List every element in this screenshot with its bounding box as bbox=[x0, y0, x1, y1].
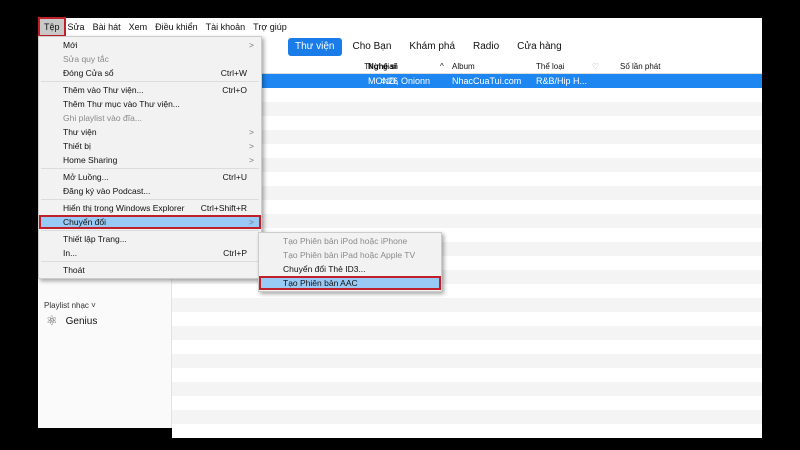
menu-item[interactable]: Chuyển đổi > bbox=[39, 215, 261, 229]
chevron-right-icon: > bbox=[249, 155, 254, 165]
table-row-empty bbox=[172, 410, 762, 424]
convert-submenu: Tạo Phiên bản iPod hoặc iPhone Tạo Phiên … bbox=[258, 232, 442, 292]
genius-label: Genius bbox=[65, 315, 98, 327]
menu-item[interactable]: Mới > bbox=[39, 38, 261, 52]
shortcut-label: Ctrl+Shift+R bbox=[200, 203, 247, 213]
sidebar-item-genius[interactable]: ⚛ Genius bbox=[46, 313, 97, 329]
menu-0[interactable]: Tệp bbox=[38, 17, 66, 37]
heart-icon[interactable]: ♡ bbox=[592, 60, 599, 74]
menu-item[interactable]: Thiết bị > bbox=[39, 139, 261, 153]
menu-item[interactable]: Mở Luồng... Ctrl+U bbox=[39, 170, 261, 184]
sort-icon[interactable]: ^ bbox=[440, 60, 444, 74]
table-row-empty bbox=[172, 396, 762, 410]
menu-item[interactable]: Đóng Cửa sổ Ctrl+W bbox=[39, 66, 261, 80]
col-album[interactable]: Album bbox=[452, 60, 475, 74]
menu-item-label: In... bbox=[63, 248, 78, 258]
col-genre[interactable]: Thể loại bbox=[536, 60, 564, 74]
menu-item[interactable]: Tạo Phiên bản iPod hoặc iPhone bbox=[259, 234, 441, 248]
table-row-empty bbox=[172, 326, 762, 340]
menu-separator bbox=[41, 199, 259, 200]
menu-6[interactable]: Trợ giúp bbox=[249, 19, 291, 35]
table-row-empty bbox=[172, 340, 762, 354]
playlist-section-label[interactable]: Playlist nhạc ˅ bbox=[44, 301, 96, 310]
menu-item[interactable]: Hiển thị trong Windows Explorer Ctrl+Shif… bbox=[39, 201, 261, 215]
menu-separator bbox=[41, 261, 259, 262]
menu-item-label: Chuyển đổi Thẻ ID3... bbox=[283, 264, 366, 274]
menu-item-label: Tạo Phiên bản iPod hoặc iPhone bbox=[283, 236, 408, 246]
menu-2[interactable]: Bài hát bbox=[89, 19, 125, 35]
table-row-empty bbox=[172, 368, 762, 382]
table-row-empty bbox=[172, 312, 762, 326]
menu-5[interactable]: Tài khoản bbox=[202, 19, 250, 35]
menu-item-label: Mở Luồng... bbox=[63, 172, 109, 182]
menu-item[interactable]: Thiết lập Trang... bbox=[39, 232, 261, 246]
menu-4[interactable]: Điều khiển bbox=[151, 19, 202, 35]
chevron-right-icon: > bbox=[249, 127, 254, 137]
menu-item[interactable]: Tạo Phiên bản AAC bbox=[259, 276, 441, 290]
menu-item-label: Thêm Thư mục vào Thư viện... bbox=[63, 99, 180, 109]
tab-4[interactable]: Cửa hàng bbox=[510, 38, 569, 56]
chevron-right-icon: > bbox=[249, 217, 254, 227]
menu-separator bbox=[41, 168, 259, 169]
menu-1[interactable]: Sửa bbox=[64, 19, 89, 35]
menu-item[interactable]: Tạo Phiên bản iPad hoặc Apple TV bbox=[259, 248, 441, 262]
menu-item-label: Thêm vào Thư viện... bbox=[63, 85, 144, 95]
tab-1[interactable]: Cho Bạn bbox=[346, 38, 399, 56]
table-row-empty bbox=[172, 354, 762, 368]
menu-item-label: Đóng Cửa sổ bbox=[63, 68, 114, 78]
chevron-right-icon: > bbox=[249, 40, 254, 50]
shortcut-label: Ctrl+U bbox=[222, 172, 247, 182]
menu-item-label: Chuyển đổi bbox=[63, 217, 107, 227]
menu-item-label: Tạo Phiên bản iPad hoặc Apple TV bbox=[283, 250, 416, 260]
menu-item[interactable]: Thêm vào Thư viện... Ctrl+O bbox=[39, 83, 261, 97]
menu-separator bbox=[41, 81, 259, 82]
menu-item-label: Thoát bbox=[63, 265, 85, 275]
tab-3[interactable]: Radio bbox=[466, 38, 506, 56]
menu-item[interactable]: In... Ctrl+P bbox=[39, 246, 261, 260]
chevron-right-icon: > bbox=[249, 141, 254, 151]
shortcut-label: Ctrl+W bbox=[220, 68, 247, 78]
menu-item[interactable]: Sửa quy tắc bbox=[39, 52, 261, 66]
tab-0[interactable]: Thư viện bbox=[288, 38, 342, 56]
file-menu: Mới > Sửa quy tắc Đóng Cửa sổ Ctrl+W Thêm vào… bbox=[38, 36, 262, 279]
menu-item[interactable]: Home Sharing > bbox=[39, 153, 261, 167]
menu-item-label: Đăng ký vào Podcast... bbox=[63, 186, 151, 196]
shortcut-label: Ctrl+P bbox=[223, 248, 247, 258]
col-artist[interactable]: Nghệ sĩ bbox=[368, 60, 397, 74]
track-artist: MONO, Onionn bbox=[368, 76, 431, 86]
track-genre: R&B/Hip H... bbox=[536, 76, 588, 86]
menu-item[interactable]: Chuyển đổi Thẻ ID3... bbox=[259, 262, 441, 276]
menu-item[interactable]: Ghi playlist vào đĩa... bbox=[39, 111, 261, 125]
menu-item-label: Home Sharing bbox=[63, 155, 118, 165]
genius-icon: ⚛ bbox=[46, 313, 58, 328]
menu-bar: Tệp Sửa Bài hát Xem Điều khiển Tài khoản Trợ g… bbox=[38, 17, 762, 37]
menu-item[interactable]: Thư viện > bbox=[39, 125, 261, 139]
menu-3[interactable]: Xem bbox=[125, 19, 152, 35]
menu-item-label: Ghi playlist vào đĩa... bbox=[63, 113, 142, 123]
menu-item-label: Thư viện bbox=[63, 127, 97, 137]
tab-bar: Thư viện Cho Bạn Khám phá Radio Cửa hàng bbox=[288, 38, 569, 56]
table-row-empty bbox=[172, 424, 762, 438]
menu-item-label: Thiết bị bbox=[63, 141, 91, 151]
track-album: NhacCuaTui.com bbox=[452, 76, 522, 86]
menu-item-label: Sửa quy tắc bbox=[63, 54, 109, 64]
table-row-empty bbox=[172, 298, 762, 312]
menu-item-label: Tạo Phiên bản AAC bbox=[283, 278, 358, 288]
menu-item[interactable]: Đăng ký vào Podcast... bbox=[39, 184, 261, 198]
tab-2[interactable]: Khám phá bbox=[402, 38, 462, 56]
menu-item[interactable]: Thêm Thư mục vào Thư viện... bbox=[39, 97, 261, 111]
menu-item-label: Mới bbox=[63, 40, 78, 50]
menu-separator bbox=[41, 230, 259, 231]
menu-item-label: Thiết lập Trang... bbox=[63, 234, 127, 244]
table-row-empty bbox=[172, 382, 762, 396]
col-plays[interactable]: Số lần phát bbox=[620, 60, 660, 74]
menu-item-label: Hiển thị trong Windows Explorer bbox=[63, 203, 185, 213]
menu-item[interactable]: Thoát bbox=[39, 263, 261, 277]
shortcut-label: Ctrl+O bbox=[222, 85, 247, 95]
